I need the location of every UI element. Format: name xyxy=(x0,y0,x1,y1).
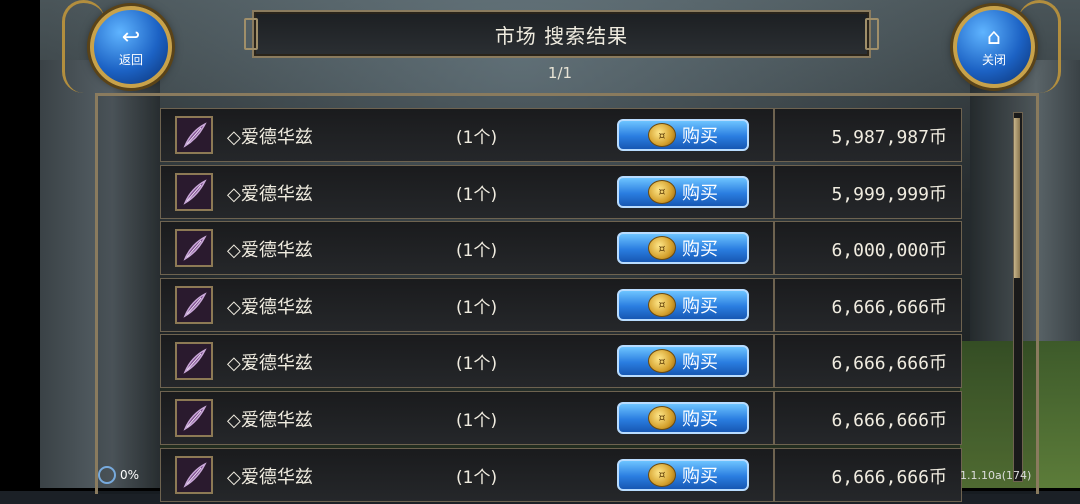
column-divider xyxy=(773,222,775,275)
page-title: 市场 搜索结果 xyxy=(244,10,879,58)
item-icon[interactable] xyxy=(175,229,213,268)
feather-icon xyxy=(177,174,211,209)
close-button[interactable]: ⌂ 关闭 xyxy=(953,6,1035,88)
buy-button-label: 购买 xyxy=(682,239,718,261)
item-quantity: (1个) xyxy=(456,467,498,488)
column-divider xyxy=(773,278,775,331)
feather-icon xyxy=(177,231,211,266)
buy-button[interactable]: ¤ 购买 xyxy=(617,232,749,265)
market-results-list[interactable]: ◇爱德华兹 (1个) ¤ 购买 5,987,987币 ◇爱德华兹 (1个) ¤ … xyxy=(160,108,962,504)
item-icon[interactable] xyxy=(175,172,213,211)
item-quantity: (1个) xyxy=(456,128,498,148)
feather-icon xyxy=(177,287,211,322)
item-icon[interactable] xyxy=(175,285,213,324)
item-name: ◇爱德华兹 xyxy=(227,127,313,148)
column-divider xyxy=(773,448,775,501)
item-quantity: (1个) xyxy=(456,297,498,318)
item-icon[interactable] xyxy=(175,342,213,381)
item-name: ◇爱德华兹 xyxy=(227,353,313,375)
back-button-label: 返回 xyxy=(118,52,143,67)
item-name: ◇爱德华兹 xyxy=(227,296,313,318)
coin-icon: ¤ xyxy=(648,236,676,261)
column-divider xyxy=(773,109,775,161)
list-item[interactable]: ◇爱德华兹 (1个) ¤ 购买 5,999,999币 xyxy=(160,164,962,219)
version-label: 1.1.10a(174) xyxy=(960,469,1032,482)
column-divider xyxy=(773,335,775,388)
item-price: 5,999,999币 xyxy=(831,183,947,205)
item-price: 6,666,666币 xyxy=(831,296,947,318)
buy-button[interactable]: ¤ 购买 xyxy=(617,458,749,491)
item-icon[interactable] xyxy=(175,455,213,494)
loading-status: 0% xyxy=(98,466,139,484)
screen-edge-bar xyxy=(0,0,40,491)
item-quantity: (1个) xyxy=(456,184,498,205)
scrollbar-thumb[interactable] xyxy=(1014,118,1020,278)
gauge-icon xyxy=(98,466,116,484)
page-title-text: 市场 搜索结果 xyxy=(494,23,629,48)
buy-button-label: 购买 xyxy=(682,352,718,374)
buy-button[interactable]: ¤ 购买 xyxy=(617,119,749,151)
item-quantity: (1个) xyxy=(456,410,498,431)
list-item[interactable]: ◇爱德华兹 (1个) ¤ 购买 6,666,666币 xyxy=(160,334,962,389)
buy-button[interactable]: ¤ 购买 xyxy=(617,345,749,378)
buy-button-label: 购买 xyxy=(682,408,718,430)
item-name: ◇爱德华兹 xyxy=(227,409,313,431)
item-quantity: (1个) xyxy=(456,354,498,375)
item-name: ◇爱德华兹 xyxy=(227,183,313,205)
buy-button[interactable]: ¤ 购买 xyxy=(617,401,749,434)
feather-icon xyxy=(177,118,211,152)
coin-icon: ¤ xyxy=(648,405,676,430)
buy-button-label: 购买 xyxy=(682,295,718,317)
column-divider xyxy=(773,165,775,218)
coin-icon: ¤ xyxy=(648,349,676,374)
list-item[interactable]: ◇爱德华兹 (1个) ¤ 购买 6,666,666币 xyxy=(160,277,962,332)
list-item[interactable]: ◇爱德华兹 (1个) ¤ 购买 6,666,666币 xyxy=(160,447,962,502)
buy-button[interactable]: ¤ 购买 xyxy=(617,175,749,208)
close-button-label: 关闭 xyxy=(981,52,1006,67)
item-icon[interactable] xyxy=(175,398,213,437)
page-indicator: 1/1 xyxy=(547,64,573,82)
item-price: 6,666,666币 xyxy=(831,466,947,488)
coin-icon: ¤ xyxy=(648,462,676,487)
progress-text: 0% xyxy=(120,468,140,482)
home-icon: ⌂ xyxy=(987,24,1001,50)
item-price: 5,987,987币 xyxy=(831,127,947,148)
item-price: 6,000,000币 xyxy=(831,240,947,262)
back-button[interactable]: ↩ 返回 xyxy=(90,6,172,88)
list-item[interactable]: ◇爱德华兹 (1个) ¤ 购买 6,000,000币 xyxy=(160,221,962,276)
list-item[interactable]: ◇爱德华兹 (1个) ¤ 购买 6,666,666币 xyxy=(160,390,962,445)
feather-icon xyxy=(177,344,211,379)
coin-icon: ¤ xyxy=(648,123,676,147)
buy-button-label: 购买 xyxy=(682,465,718,487)
buy-button-label: 购买 xyxy=(682,126,718,147)
coin-icon: ¤ xyxy=(648,179,676,204)
buy-button[interactable]: ¤ 购买 xyxy=(617,288,749,321)
column-divider xyxy=(773,391,775,444)
coin-icon: ¤ xyxy=(648,292,676,317)
return-arrow-icon: ↩ xyxy=(121,24,141,50)
item-quantity: (1个) xyxy=(456,241,498,262)
item-price: 6,666,666币 xyxy=(831,409,947,431)
item-icon[interactable] xyxy=(175,116,213,154)
item-name: ◇爱德华兹 xyxy=(227,240,313,262)
item-price: 6,666,666币 xyxy=(831,353,947,375)
buy-button-label: 购买 xyxy=(682,182,718,204)
feather-icon xyxy=(177,457,211,492)
item-name: ◇爱德华兹 xyxy=(227,466,313,488)
feather-icon xyxy=(177,400,211,435)
list-item[interactable]: ◇爱德华兹 (1个) ¤ 购买 5,987,987币 xyxy=(160,108,962,162)
